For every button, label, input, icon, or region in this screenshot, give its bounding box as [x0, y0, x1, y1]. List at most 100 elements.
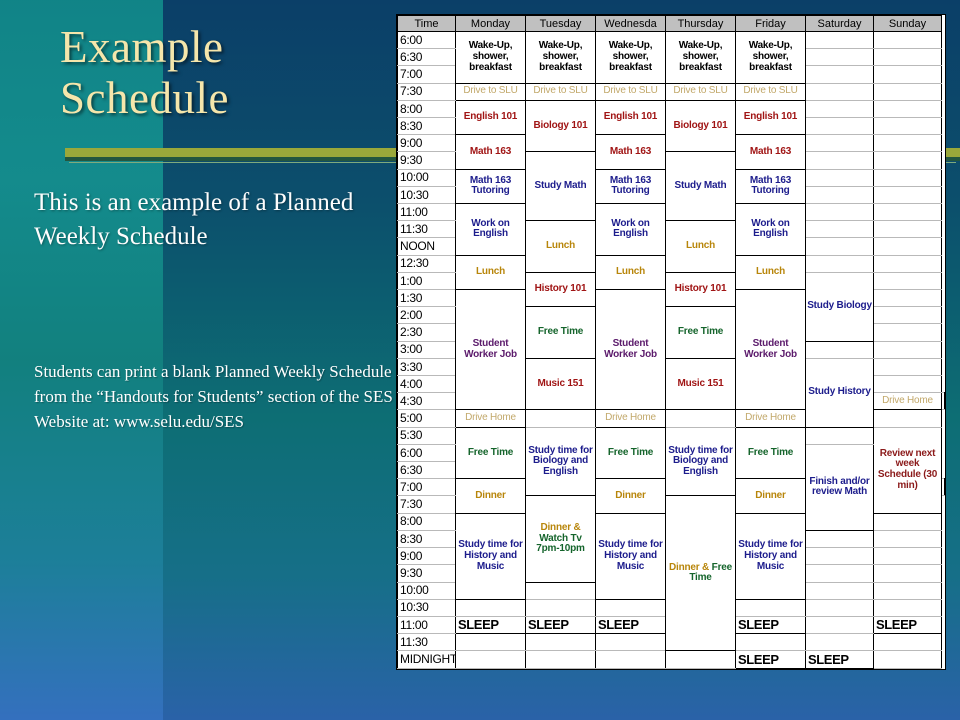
intro-paragraph: This is an example of a Planned Weekly S…: [34, 189, 354, 250]
time-label: 7:00: [397, 478, 456, 497]
schedule-entry-thursday: History 101: [665, 271, 736, 308]
schedule-cell-empty: [805, 598, 874, 617]
schedule-cell-empty: [873, 254, 942, 273]
schedule-cell-empty: [873, 581, 942, 600]
schedule-entry-wednesday: Math 163: [595, 134, 666, 170]
schedule-cell-empty: [873, 203, 942, 222]
schedule-entry-sleep-sunday: SLEEP: [873, 615, 942, 635]
entry-text-secondary: Watch Tv 7pm-10pm: [536, 532, 585, 555]
schedule-entry-monday: Study time for History and Music: [455, 512, 526, 600]
schedule-entry-sleep-friday: SLEEP: [735, 650, 806, 669]
schedule-entry-thursday: Dinner & Watch Tv 7pm-10pm: [525, 495, 596, 583]
schedule-cell-empty: [805, 237, 874, 256]
left-content-panel: Example Schedule This is an example of a…: [0, 0, 400, 720]
time-label: 1:30: [397, 289, 456, 308]
column-header-thursday: Thursday: [665, 15, 736, 32]
schedule-cell-empty: [873, 237, 942, 256]
column-header-tuesday: Tuesday: [525, 15, 596, 32]
time-label: 10:30: [397, 185, 456, 205]
schedule-entry-tuesday: Biology 101: [525, 99, 596, 153]
schedule-entry-tuesday: History 101: [525, 271, 596, 308]
entry-text-primary: Dinner &: [540, 521, 581, 533]
schedule-row: MIDNIGHT SLEEP SLEEP: [397, 650, 945, 669]
schedule-entry-monday: Math 163 Tutoring: [455, 168, 526, 205]
schedule-entry-thursday: Biology 101: [665, 99, 736, 153]
schedule-entry-monday: Student Worker Job: [455, 289, 526, 411]
schedule-entry-tuesday: Study Math: [525, 151, 596, 222]
schedule-entry-monday: Drive Home: [455, 409, 526, 428]
schedule-entry-wednesday: Lunch: [595, 254, 666, 291]
schedule-cell-empty: [525, 650, 596, 669]
schedule-entry-sleep-monday: SLEEP: [455, 615, 526, 635]
schedule-entry-tuesday: Music 151: [525, 357, 596, 411]
schedule-cell-empty: [873, 82, 942, 101]
schedule-entry-thursday: Music 151: [665, 357, 736, 411]
schedule-cell-empty: [525, 581, 596, 600]
schedule-entry-thursday: Study Math: [665, 151, 736, 222]
schedule-entry-wednesday: English 101: [595, 99, 666, 136]
schedule-cell-empty: [873, 650, 942, 669]
schedule-cell-empty: [805, 117, 874, 136]
schedule-cell-empty: [805, 340, 874, 359]
time-label: 4:00: [397, 375, 456, 394]
schedule-entry-monday: Lunch: [455, 254, 526, 291]
schedule-cell-empty: [805, 30, 874, 50]
schedule-cell-empty: [873, 529, 942, 549]
schedule-cell-empty: [873, 375, 942, 394]
page-title-line-2: Schedule: [60, 73, 229, 124]
schedule-entry-friday: Math 163 Tutoring: [735, 168, 806, 205]
page-title: Example Schedule: [60, 22, 390, 125]
time-label: 5:00: [397, 409, 456, 428]
schedule-entry-wednesday: Work on English: [595, 203, 666, 256]
schedule-head: Time Monday Tuesday Wednesda Thursday Friday S…: [397, 15, 945, 32]
schedule-cell-empty: [595, 633, 666, 652]
schedule-entry-friday: English 101: [735, 99, 806, 136]
schedule-cell-empty: [873, 633, 942, 652]
schedule-entry-friday: Math 163: [735, 134, 806, 170]
schedule-cell-empty: [873, 357, 942, 377]
schedule-cell-empty: [941, 392, 945, 411]
schedule-cell-empty: [873, 99, 942, 119]
schedule-entry-monday: Wake-Up, shower, breakfast: [455, 31, 526, 84]
column-header-friday: Friday: [735, 15, 806, 32]
time-label: 10:30: [397, 598, 456, 617]
schedule-cell-empty: [455, 598, 526, 617]
time-label: 8:30: [397, 529, 456, 549]
schedule-cell-empty: [873, 134, 942, 153]
schedule-cell-empty: [873, 289, 942, 308]
schedule-row: 7:30 Drive to SLU Drive to SLU Drive to SLU…: [397, 82, 945, 101]
schedule-cell-empty: [873, 48, 942, 67]
column-header-sunday: Sunday: [873, 15, 942, 32]
schedule-entry-saturday: Study Biology: [805, 271, 874, 342]
column-header-time: Time: [397, 15, 456, 32]
schedule-cell-empty: [873, 30, 942, 50]
schedule-cell-empty: [805, 633, 874, 652]
schedule-cell-empty: [873, 323, 942, 342]
time-label: 7:00: [397, 65, 456, 84]
schedule-cell-empty: [873, 598, 942, 617]
schedule-table-container: Time Monday Tuesday Wednesda Thursday Friday S…: [396, 14, 946, 670]
schedule-entry-friday: Dinner & Free Time: [665, 495, 736, 652]
schedule-entry-monday: Work on English: [455, 203, 526, 256]
schedule-cell-empty: [873, 220, 942, 239]
schedule-cell-empty: [805, 48, 874, 67]
schedule-entry-friday: Work on English: [735, 203, 806, 256]
schedule-entry-wednesday: Math 163 Tutoring: [595, 168, 666, 205]
schedule-entry-monday: Free Time: [455, 426, 526, 480]
schedule-entry-thursday: Wake-Up, shower, breakfast: [665, 31, 736, 84]
schedule-cell-empty: [735, 598, 806, 617]
schedule-row: 8:00 English 101 Biology 101 English 101 Bio…: [397, 99, 945, 153]
time-label: 9:30: [397, 564, 456, 583]
schedule-entry-friday: Drive Home: [735, 409, 806, 428]
schedule-entry-tuesday: Study time for Biology and English: [525, 426, 596, 497]
time-label: 3:30: [397, 357, 456, 377]
schedule-entry-tuesday: Drive to SLU: [525, 82, 596, 101]
schedule-cell-empty: [595, 650, 666, 669]
schedule-entry-thursday: Drive to SLU: [665, 82, 736, 101]
schedule-entry-tuesday: Free Time: [525, 306, 596, 359]
schedule-cell-empty: [873, 409, 942, 428]
time-label: 6:30: [397, 48, 456, 67]
schedule-cell-empty: [805, 168, 874, 187]
schedule-cell-empty: [805, 151, 874, 170]
schedule-entry-friday: Lunch: [735, 254, 806, 291]
